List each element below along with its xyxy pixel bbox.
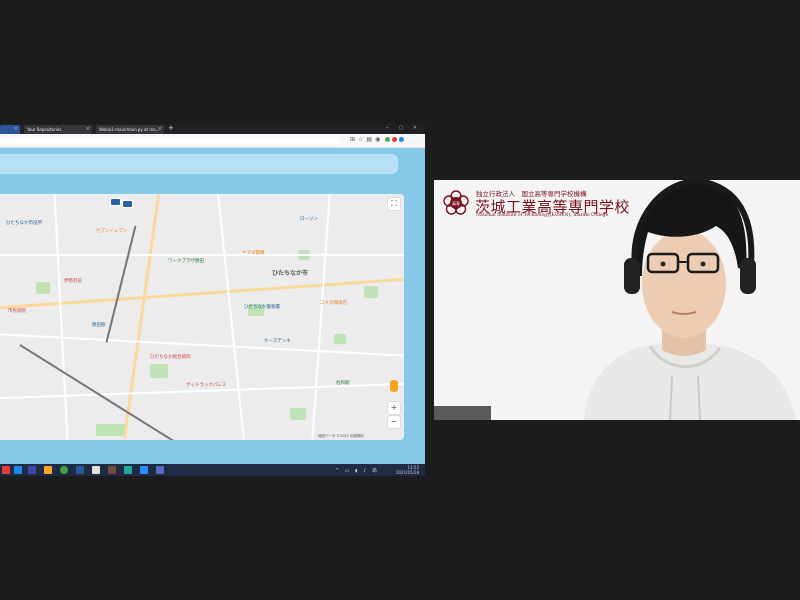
app-icon[interactable] (108, 466, 116, 474)
zoom-in-button[interactable]: + (388, 402, 400, 414)
park-area (36, 282, 50, 294)
system-tray[interactable]: ^ ▭ ◖ ♪ あ (335, 467, 379, 474)
map-view[interactable]: ひたちなか市 ひたちなか市役所 伊勢甚前 市民病院 ひたちなか総合病院 ローソン… (0, 194, 404, 440)
school-emblem-icon: 高専 (443, 190, 469, 215)
web-page: ひたちなか市 ひたちなか市役所 伊勢甚前 市民病院 ひたちなか総合病院 ローソン… (0, 148, 425, 464)
railway (105, 225, 136, 343)
bus-marker[interactable] (110, 198, 121, 206)
park-area (290, 408, 306, 420)
close-icon[interactable]: × (86, 126, 90, 132)
map-poi-label: 伊勢甚前 (64, 279, 82, 284)
vscode-icon[interactable] (14, 466, 22, 474)
address-bar[interactable] (0, 137, 340, 145)
tab-title: Webio1-main/main.py at ma... (99, 127, 160, 132)
map-poi-label: ひたちなか総合病院 (150, 355, 191, 360)
window-controls[interactable]: ‒ ▢ ✕ (386, 125, 421, 131)
account-icon[interactable]: ◉ (375, 136, 383, 143)
map-poi-label: コメダ珈琲店 (320, 301, 347, 306)
zoom-icon[interactable] (140, 466, 148, 474)
main-road (122, 194, 161, 440)
video-call-stage: × Your Repositories × Webio1-main/main.p… (0, 0, 800, 600)
participant-name-tag (434, 406, 491, 420)
road (311, 194, 331, 440)
emblem-text: 高専 (452, 200, 460, 206)
street-view-pegman[interactable] (390, 380, 398, 392)
close-icon[interactable]: × (14, 126, 18, 132)
participant-video: 高専 独立行政法人 国立高等専門学校機構 茨城工業高等専門学校 National… (434, 180, 800, 420)
map-poi-label: ひたちなか警察署 (244, 305, 280, 310)
folder-icon[interactable] (44, 466, 52, 474)
map-poi-label: ひたちなか市役所 (6, 221, 42, 226)
app-icon[interactable] (92, 466, 100, 474)
page-header-bar (0, 154, 398, 174)
map-poi-label: グッドラックパレス (186, 383, 227, 388)
map-poi-label: ワークプラザ勝田 (168, 259, 204, 264)
park-area (96, 424, 126, 436)
road (53, 194, 69, 440)
browser-tab-active[interactable]: × (0, 125, 20, 134)
road (0, 254, 404, 256)
collections-icon[interactable]: ▤ (366, 136, 375, 143)
map-place-label: ひたちなか市 (272, 270, 309, 277)
toolbar-icons: ⊞☆▤◉ (350, 136, 405, 143)
browser-toolbar: ⊞☆▤◉ (0, 134, 425, 148)
map-attribution: 地図データ ©2021 利用規約 (317, 434, 364, 438)
park-area (334, 334, 346, 344)
map-poi-label: 勝田駅 (92, 323, 106, 328)
app-icon[interactable] (156, 466, 164, 474)
road (217, 194, 245, 440)
extension-icon[interactable] (399, 137, 405, 142)
new-tab-button[interactable]: + (168, 124, 174, 132)
shared-screen: × Your Repositories × Webio1-main/main.p… (0, 124, 425, 476)
map-poi-label: 市民病院 (8, 309, 26, 314)
map-poi-label: ローソン (300, 217, 318, 222)
park-area (150, 364, 168, 378)
browser-tab-main-py[interactable]: Webio1-main/main.py at ma... × (96, 125, 164, 134)
park-area (364, 286, 378, 298)
star-icon[interactable]: ☆ (358, 136, 366, 143)
app-icon[interactable] (2, 466, 10, 474)
extension-icon[interactable] (385, 137, 391, 142)
app-icon[interactable] (28, 466, 36, 474)
clock-date: 2021/05/28 (395, 470, 419, 475)
taskbar-clock[interactable]: 13:52 2021/05/28 (396, 465, 419, 475)
zoom-out-button[interactable]: − (388, 416, 400, 428)
map-poi-label: 佐和駅 (336, 381, 350, 386)
map-poi-label: ケーズデンキ (264, 339, 291, 344)
presenter-figure (584, 180, 796, 420)
browser-tab-repositories[interactable]: Your Repositories × (24, 125, 92, 134)
bus-marker[interactable] (122, 200, 133, 208)
tab-title: Your Repositories (27, 127, 62, 132)
map-poi-label: セブンイレブン (96, 229, 128, 234)
map-poi-label: ヤマダ電機 (242, 251, 265, 256)
browser-tab-bar: × Your Repositories × Webio1-main/main.p… (0, 124, 425, 134)
windows-taskbar: ^ ▭ ◖ ♪ あ 13:52 2021/05/28 (0, 464, 425, 476)
chrome-icon[interactable] (60, 466, 68, 474)
extension-icon[interactable]: ⊞ (350, 136, 358, 143)
app-icon[interactable] (124, 466, 132, 474)
close-icon[interactable]: × (158, 126, 162, 132)
extension-icon[interactable] (392, 137, 398, 142)
terminal-icon[interactable] (76, 466, 84, 474)
fullscreen-button[interactable]: ⛶ (388, 198, 400, 210)
